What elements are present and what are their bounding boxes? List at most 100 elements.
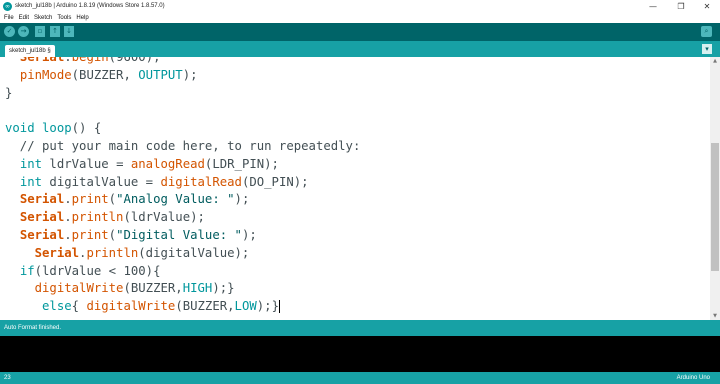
code-token: . (64, 192, 72, 207)
tab-sketch[interactable]: sketch_jul18b § (5, 45, 55, 57)
code-text[interactable]: Serial.begin(9600); pinMode(BUZZER, OUTP… (5, 57, 360, 316)
code-token: print (71, 192, 109, 207)
scrollbar-thumb[interactable] (711, 143, 719, 271)
arduino-logo-icon: ∞ (3, 1, 12, 11)
code-token: (9600); (108, 57, 161, 64)
title-bar: ∞ sketch_jul18b | Arduino 1.8.19 (Window… (0, 0, 720, 12)
toolbar: ✓ → ▫ ↑ ↓ ⌕ (0, 23, 720, 41)
code-token: digitalValue = (42, 174, 161, 189)
code-line[interactable]: int ldrValue = analogRead(LDR_PIN); (5, 156, 360, 174)
code-line[interactable]: digitalWrite(BUZZER,HIGH);} (5, 280, 360, 298)
code-token: ); (182, 67, 198, 82)
maximize-button[interactable]: ❐ (668, 0, 694, 12)
close-button[interactable]: ✕ (694, 0, 720, 12)
status-bar: Auto Format finished. (0, 320, 720, 336)
code-token: int (19, 156, 43, 171)
code-token: (digitalValue); (138, 245, 250, 260)
code-token: begin (71, 57, 109, 64)
code-token: println (86, 245, 139, 260)
console-output[interactable] (0, 336, 720, 372)
code-token: (ldrValue); (123, 210, 205, 225)
code-token: ldrValue = (42, 156, 131, 171)
status-message: Auto Format finished. (4, 325, 62, 331)
code-line[interactable]: Serial.println(ldrValue); (5, 209, 360, 227)
code-token: digitalWrite (34, 281, 124, 296)
code-token: loop (42, 121, 72, 136)
menu-file[interactable]: File (4, 15, 14, 21)
menu-sketch[interactable]: Sketch (34, 15, 52, 21)
save-button[interactable]: ↓ (64, 26, 74, 37)
tab-menu-button[interactable]: ▾ (702, 44, 712, 54)
footer-bar: 23 Arduino Uno (0, 372, 720, 384)
scroll-up-icon[interactable]: ▲ (710, 57, 720, 65)
code-token: print (71, 227, 109, 242)
code-token: . (64, 227, 72, 242)
code-line[interactable]: void loop() { (5, 120, 360, 138)
code-token: (BUZZER, (71, 67, 139, 82)
code-token: OUTPUT (138, 67, 183, 82)
code-token: (BUZZER, (123, 281, 183, 296)
code-line[interactable]: Serial.print("Digital Value: "); (5, 227, 360, 245)
verify-button[interactable]: ✓ (4, 26, 15, 37)
code-token: } (5, 85, 13, 100)
code-token: void (5, 121, 35, 136)
code-token: ( (108, 192, 117, 207)
code-token: Serial (19, 210, 65, 225)
code-token: Serial (34, 245, 80, 260)
code-line[interactable] (5, 102, 360, 120)
vertical-scrollbar[interactable]: ▲ ▼ (710, 57, 720, 320)
code-token: LOW (234, 299, 257, 314)
code-token: pinMode (19, 67, 72, 82)
code-token: "Analog Value: " (116, 192, 235, 207)
code-token: Serial (19, 192, 65, 207)
new-sketch-button[interactable]: ▫ (35, 26, 45, 37)
menu-tools[interactable]: Tools (57, 15, 71, 21)
code-line[interactable]: // put your main code here, to run repea… (5, 138, 361, 156)
code-line[interactable]: pinMode(BUZZER, OUTPUT); (5, 67, 360, 85)
code-line[interactable]: Serial.begin(9600); (5, 57, 360, 67)
code-token: digitalRead (160, 174, 242, 189)
code-token: HIGH (182, 281, 213, 296)
code-line[interactable]: Serial.print("Analog Value: "); (5, 191, 360, 209)
code-token: ); (234, 192, 250, 207)
menu-edit[interactable]: Edit (19, 15, 29, 21)
code-line[interactable]: int digitalValue = digitalRead(DO_PIN); (5, 174, 360, 192)
line-number: 23 (4, 375, 11, 381)
code-token: );} (256, 299, 279, 314)
code-token: else (42, 299, 72, 314)
scroll-down-icon[interactable]: ▼ (710, 312, 720, 320)
code-token: (LDR_PIN); (204, 156, 279, 171)
code-line[interactable]: else{ digitalWrite(BUZZER,LOW);} (5, 298, 360, 316)
code-line[interactable]: if(ldrValue < 100){ (5, 263, 360, 281)
minimize-button[interactable]: — (640, 0, 666, 12)
upload-button[interactable]: → (18, 26, 29, 37)
window-title: sketch_jul18b | Arduino 1.8.19 (Windows … (15, 3, 165, 9)
serial-monitor-button[interactable]: ⌕ (701, 26, 712, 37)
code-token: // put your main code here, to run repea… (5, 138, 361, 153)
code-token: analogRead (130, 156, 205, 171)
code-line[interactable]: } (5, 85, 360, 103)
code-token: if (19, 263, 35, 278)
code-token: ); (241, 227, 257, 242)
code-token: ( (108, 227, 117, 242)
code-token: . (64, 210, 72, 225)
code-token: . (64, 57, 72, 64)
code-editor[interactable]: Serial.begin(9600); pinMode(BUZZER, OUTP… (0, 57, 710, 320)
code-line[interactable]: Serial.println(digitalValue); (5, 245, 360, 263)
menu-bar: File Edit Sketch Tools Help (0, 12, 720, 23)
open-button[interactable]: ↑ (50, 26, 60, 37)
code-token: );} (212, 281, 235, 296)
text-cursor (278, 300, 280, 314)
menu-help[interactable]: Help (76, 15, 88, 21)
code-token: int (19, 174, 43, 189)
code-token: { (71, 299, 87, 314)
